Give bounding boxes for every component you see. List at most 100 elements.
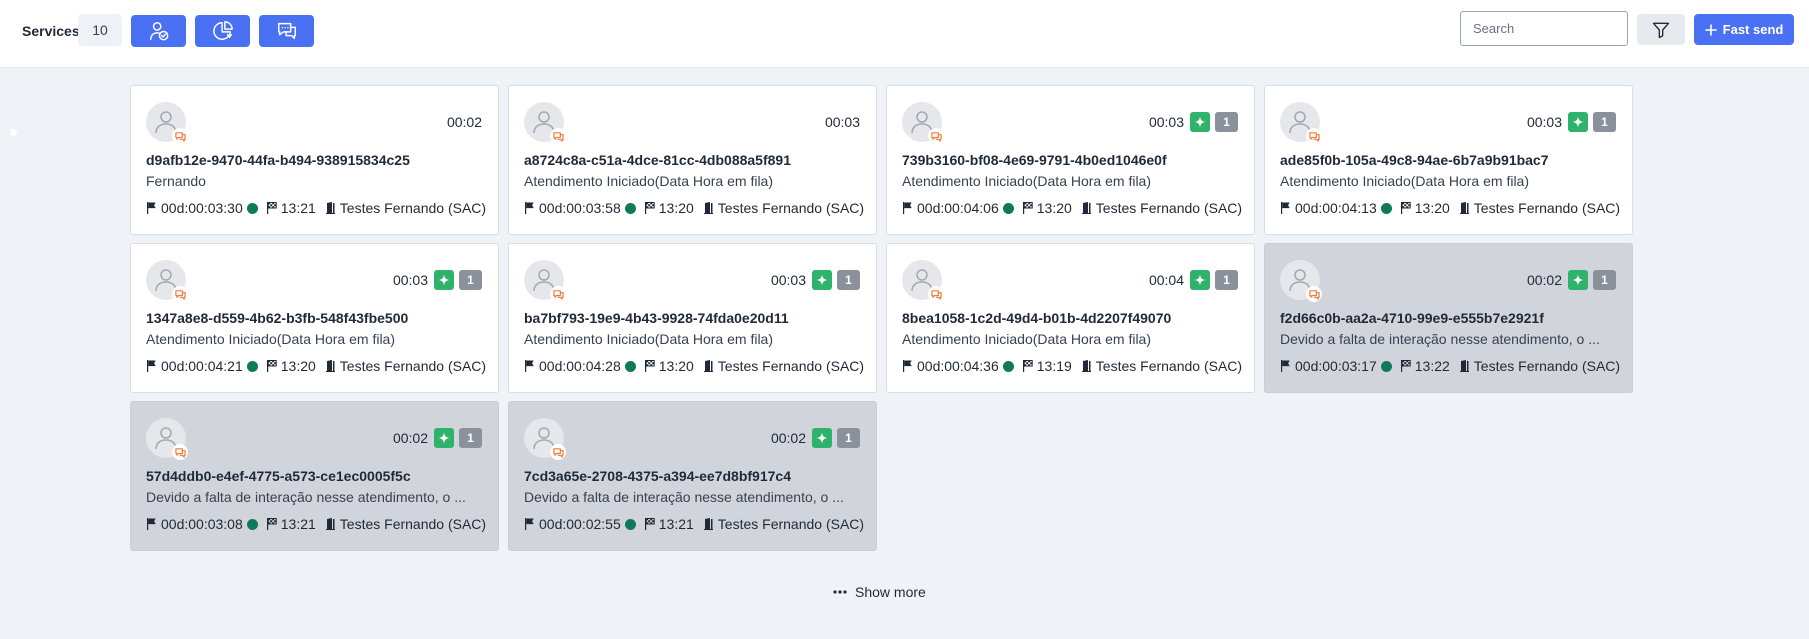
department-door-icon [325,202,335,214]
card-id: ade85f0b-105a-49c8-94ae-6b7a9b91bac7 [1280,152,1549,168]
sparkle-badge [1568,112,1588,132]
show-more-button[interactable]: Show more [833,584,926,600]
chat-channel-icon [1308,289,1320,300]
chat-channel-badge [172,444,188,460]
online-status-dot [1380,360,1392,372]
sparkle-badge [812,428,832,448]
chat-channel-badge [550,128,566,144]
card-footer: 00d:00:03:08 13:21 Testes Fernando (SAC) [146,515,486,533]
card-subtitle: Atendimento Iniciado(Data Hora em fila) [1280,173,1530,189]
card-time: 00:03 [770,272,806,288]
card-department: Testes Fernando (SAC) [1095,200,1243,216]
avatar [524,102,566,144]
card-department: Testes Fernando (SAC) [339,516,487,532]
card-finish-time: 13:21 [658,516,694,532]
service-card[interactable]: 00:03 1 ade85f0b-105a-49c8-94ae-6b7a9b91… [1264,85,1633,235]
sparkle-icon [438,274,450,286]
card-time: 00:02 [446,114,482,130]
card-id: 57d4ddb0-e4ef-4775-a573-ce1ec0005f5c [146,468,411,484]
card-footer: 00d:00:03:17 13:22 Testes Fernando (SAC) [1280,357,1620,375]
messages-button[interactable] [259,15,314,47]
filter-icon [1652,22,1670,38]
sparkle-badge [1190,270,1210,290]
online-status-dot [624,360,636,372]
card-id: d9afb12e-9470-44fa-b494-938915834c25 [146,152,410,168]
service-card[interactable]: 00:03 a8724c8a-c51a-4dce-81cc-4db088a5f8… [508,85,877,235]
card-subtitle: Fernando [146,173,206,189]
card-duration: 00d:00:04:06 [917,200,999,216]
flag-icon [147,518,156,530]
search-input[interactable] [1460,11,1628,46]
card-id: 8bea1058-1c2d-49d4-b01b-4d2207f49070 [902,310,1172,326]
chat-channel-icon [552,131,564,142]
reports-button[interactable] [195,15,250,47]
service-card[interactable]: 00:02 1 f2d66c0b-aa2a-4710-99e9-e555b7e2… [1264,243,1633,393]
flag-icon [1281,360,1290,372]
checkered-flag-icon [1022,360,1033,372]
checkered-flag-icon [644,202,655,214]
avatar [146,260,188,302]
card-time: 00:02 [770,430,806,446]
service-card[interactable]: 00:03 1 ba7bf793-19e9-4b43-9928-74fda0e2… [508,243,877,393]
checkered-flag-icon [1022,202,1033,214]
card-subtitle: Devido a falta de interação nesse atendi… [524,489,844,505]
card-time: 00:03 [824,114,860,130]
card-duration: 00d:00:04:21 [161,358,243,374]
card-id: 7cd3a65e-2708-4375-a394-ee7d8bf917c4 [524,468,791,484]
card-department: Testes Fernando (SAC) [717,516,865,532]
chat-channel-icon [930,289,942,300]
card-subtitle: Atendimento Iniciado(Data Hora em fila) [524,331,774,347]
services-label: Services [22,23,80,39]
service-card[interactable]: 00:03 1 739b3160-bf08-4e69-9791-4b0ed104… [886,85,1255,235]
sparkle-badge [812,270,832,290]
card-id: ba7bf793-19e9-4b43-9928-74fda0e20d11 [524,310,789,326]
chat-channel-icon [930,131,942,142]
message-count-badge: 1 [1593,112,1616,132]
service-card[interactable]: 00:02 1 57d4ddb0-e4ef-4775-a573-ce1ec000… [130,401,499,551]
card-time: 00:03 [1148,114,1184,130]
card-footer: 00d:00:04:36 13:19 Testes Fernando (SAC) [902,357,1242,375]
message-count-badge: 1 [1215,112,1238,132]
online-status-dot [1002,202,1014,214]
card-finish-time: 13:20 [1036,200,1072,216]
card-duration: 00d:00:04:28 [539,358,621,374]
online-status-dot [246,360,258,372]
chat-channel-badge [928,128,944,144]
card-finish-time: 13:21 [280,516,316,532]
checkered-flag-icon [1400,360,1411,372]
card-department: Testes Fernando (SAC) [717,358,865,374]
fast-send-button[interactable]: Fast send [1694,14,1794,45]
card-department: Testes Fernando (SAC) [339,358,487,374]
service-card[interactable]: 00:04 1 8bea1058-1c2d-49d4-b01b-4d2207f4… [886,243,1255,393]
card-duration: 00d:00:03:08 [161,516,243,532]
service-card[interactable]: 00:03 1 1347a8e8-d559-4b62-b3fb-548f43fb… [130,243,499,393]
pie-chart-icon [212,21,233,40]
card-finish-time: 13:21 [280,200,316,216]
card-id: 1347a8e8-d559-4b62-b3fb-548f43fbe500 [146,310,409,326]
card-duration: 00d:00:03:58 [539,200,621,216]
card-duration: 00d:00:04:36 [917,358,999,374]
chat-channel-badge [928,286,944,302]
message-count-badge: 1 [837,428,860,448]
assign-agent-button[interactable] [131,15,186,47]
online-status-dot [246,202,258,214]
checkered-flag-icon [266,202,277,214]
card-finish-time: 13:20 [658,200,694,216]
chat-channel-icon [174,131,186,142]
avatar [146,102,188,144]
service-card[interactable]: 00:02 d9afb12e-9470-44fa-b494-938915834c… [130,85,499,235]
sparkle-icon [1194,116,1206,128]
chat-channel-icon [174,447,186,458]
chat-channel-icon [1308,131,1320,142]
service-card[interactable]: 00:02 1 7cd3a65e-2708-4375-a394-ee7d8bf9… [508,401,877,551]
card-finish-time: 13:20 [658,358,694,374]
checkered-flag-icon [266,518,277,530]
department-door-icon [1081,360,1091,372]
card-footer: 00d:00:03:30 13:21 Testes Fernando (SAC) [146,199,486,217]
card-subtitle: Atendimento Iniciado(Data Hora em fila) [146,331,396,347]
chat-channel-badge [550,444,566,460]
filter-button[interactable] [1637,14,1685,45]
checkered-flag-icon [266,360,277,372]
card-footer: 00d:00:04:21 13:20 Testes Fernando (SAC) [146,357,486,375]
card-footer: 00d:00:02:55 13:21 Testes Fernando (SAC) [524,515,864,533]
